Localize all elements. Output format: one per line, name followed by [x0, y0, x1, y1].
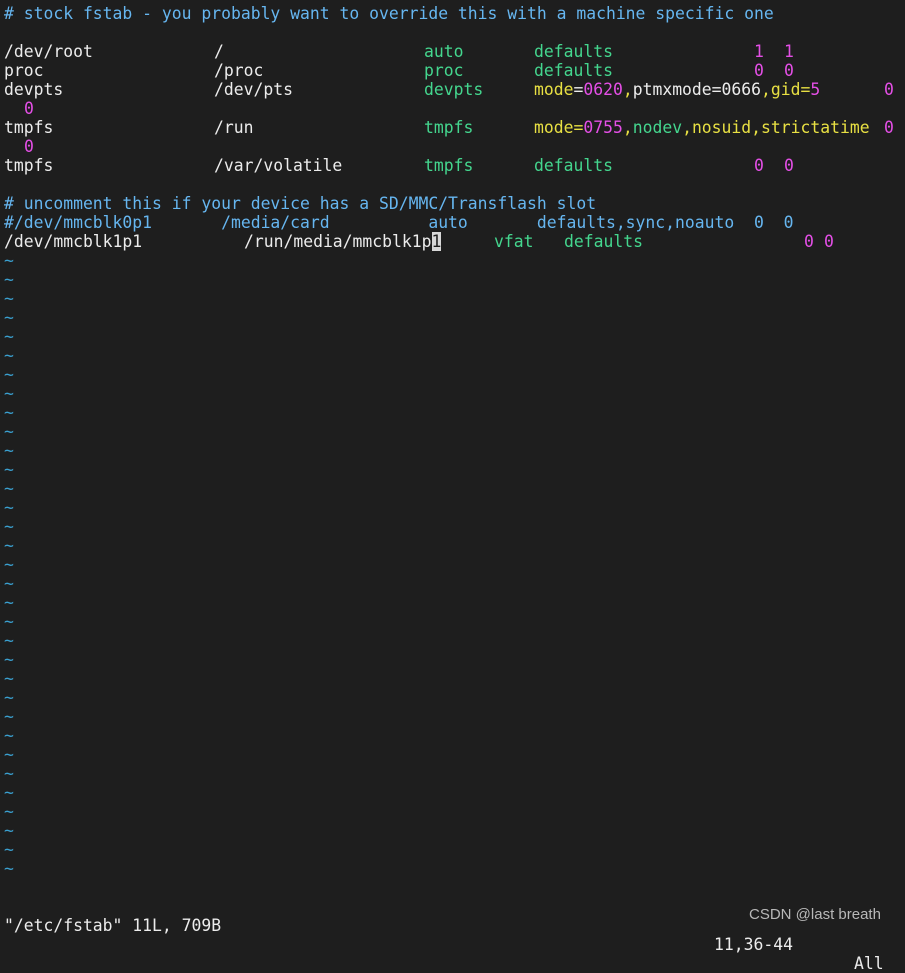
device-field: tmpfs: [4, 156, 54, 175]
fstab-row-proc: proc/proc proc defaults 0 0: [4, 61, 905, 80]
options-field: defaults: [534, 42, 613, 61]
fstab-row-devpts: devpts/dev/pts devpts mode=0620,ptmxmode=0…: [4, 80, 905, 99]
tilde-marker: ~: [4, 669, 14, 688]
sdcard-comment: # uncomment this if your device has a SD…: [4, 194, 597, 213]
mountpoint-field: /: [214, 42, 224, 61]
tilde-marker: ~: [4, 726, 14, 745]
tilde-marker: ~: [4, 479, 14, 498]
fstype-field: tmpfs: [424, 118, 474, 137]
tilde-marker: ~: [4, 745, 14, 764]
pass-field: 0: [24, 137, 34, 156]
tilde-marker: ~: [4, 536, 14, 555]
fstab-row-run-wrap: 0: [4, 137, 905, 156]
device-field: /dev/mmcblk1p1: [4, 232, 143, 251]
mountpoint-field: /run: [214, 118, 254, 137]
fstab-header-comment: # stock fstab - you probably want to ove…: [4, 4, 774, 23]
mountpoint-field: /dev/pts: [214, 80, 293, 99]
tilde-marker: ~: [4, 783, 14, 802]
tilde-marker: ~: [4, 574, 14, 593]
cursor-position: 11,36-44: [714, 935, 793, 954]
tilde-marker: ~: [4, 289, 14, 308]
tilde-marker: ~: [4, 327, 14, 346]
dump-field: 0: [884, 118, 894, 137]
mountpoint-field: /run/media/mmcblk1p1: [244, 232, 442, 251]
fstab-row-run: tmpfs/run tmpfs mode=0755,nodev,nosuid,str…: [4, 118, 905, 137]
tilde-marker: ~: [4, 251, 14, 270]
text-cursor: 1: [431, 232, 442, 251]
tilde-marker: ~: [4, 859, 14, 878]
mountpoint-field: /var/volatile: [214, 156, 343, 175]
fstype-field: devpts: [424, 80, 484, 99]
fstab-row-mmcblk1: /dev/mmcblk1p1/run/media/mmcblk1p1 vfat de…: [4, 232, 905, 251]
tilde-marker: ~: [4, 707, 14, 726]
scroll-indicator: All: [854, 954, 884, 973]
tilde-marker: ~: [4, 517, 14, 536]
options-field: defaults: [564, 232, 643, 251]
vim-buffer[interactable]: # stock fstab - you probably want to ove…: [4, 4, 905, 878]
tilde-marker: ~: [4, 764, 14, 783]
tilde-marker: ~: [4, 555, 14, 574]
fstab-row-root: /dev/root / auto defaults 1 1: [4, 42, 905, 61]
options-field: defaults: [534, 156, 613, 175]
file-info: "/etc/fstab" 11L, 709B: [4, 916, 222, 935]
tilde-marker: ~: [4, 498, 14, 517]
device-field: /dev/root: [4, 42, 93, 61]
device-field: tmpfs: [4, 118, 54, 137]
tilde-marker: ~: [4, 270, 14, 289]
tilde-marker: ~: [4, 821, 14, 840]
tilde-marker: ~: [4, 650, 14, 669]
mountpoint-field: /proc: [214, 61, 264, 80]
dump-field: 0: [804, 232, 814, 251]
tilde-marker: ~: [4, 308, 14, 327]
tilde-marker: ~: [4, 840, 14, 859]
tilde-marker: ~: [4, 802, 14, 821]
dump-field: 0: [754, 61, 764, 80]
fstype-field: proc: [424, 61, 464, 80]
tilde-marker: ~: [4, 403, 14, 422]
fstab-row-devpts-wrap: 0: [4, 99, 905, 118]
dump-field: 0: [884, 80, 894, 99]
commented-mmcblk0-row: #/dev/mmcblk0p1 /media/card auto default…: [4, 213, 794, 232]
tilde-marker: ~: [4, 346, 14, 365]
tilde-marker: ~: [4, 365, 14, 384]
options-field: mode=0620,ptmxmode=0666,gid=5: [534, 80, 821, 99]
options-field: defaults: [534, 61, 613, 80]
tilde-marker: ~: [4, 460, 14, 479]
device-field: proc: [4, 61, 44, 80]
fstype-field: tmpfs: [424, 156, 474, 175]
pass-field: 1: [784, 42, 794, 61]
pass-field: 0: [784, 156, 794, 175]
tilde-marker: ~: [4, 688, 14, 707]
pass-field: 0: [24, 99, 34, 118]
tilde-marker: ~: [4, 384, 14, 403]
fstab-row-volatile: tmpfs/var/volatile tmpfs defaults 0 0: [4, 156, 905, 175]
pass-field: 0: [784, 61, 794, 80]
empty-line-markers: ~ ~ ~ ~ ~ ~ ~ ~ ~ ~ ~ ~ ~ ~ ~ ~ ~ ~ ~ ~ ~ ~ ~ ~ ~ ~ ~ ~ ~ ~ ~ ~ ~: [4, 251, 905, 878]
fstype-field: auto: [424, 42, 464, 61]
tilde-marker: ~: [4, 593, 14, 612]
device-field: devpts: [4, 80, 64, 99]
dump-field: 0: [754, 156, 764, 175]
tilde-marker: ~: [4, 612, 14, 631]
fstype-field: vfat: [494, 232, 534, 251]
pass-field: 0: [824, 232, 834, 251]
tilde-marker: ~: [4, 441, 14, 460]
tilde-marker: ~: [4, 631, 14, 650]
csdn-watermark: CSDN @last breath: [749, 906, 881, 923]
options-field: mode=0755,nodev,nosuid,strictatime: [534, 118, 870, 137]
tilde-marker: ~: [4, 422, 14, 441]
dump-field: 1: [754, 42, 764, 61]
